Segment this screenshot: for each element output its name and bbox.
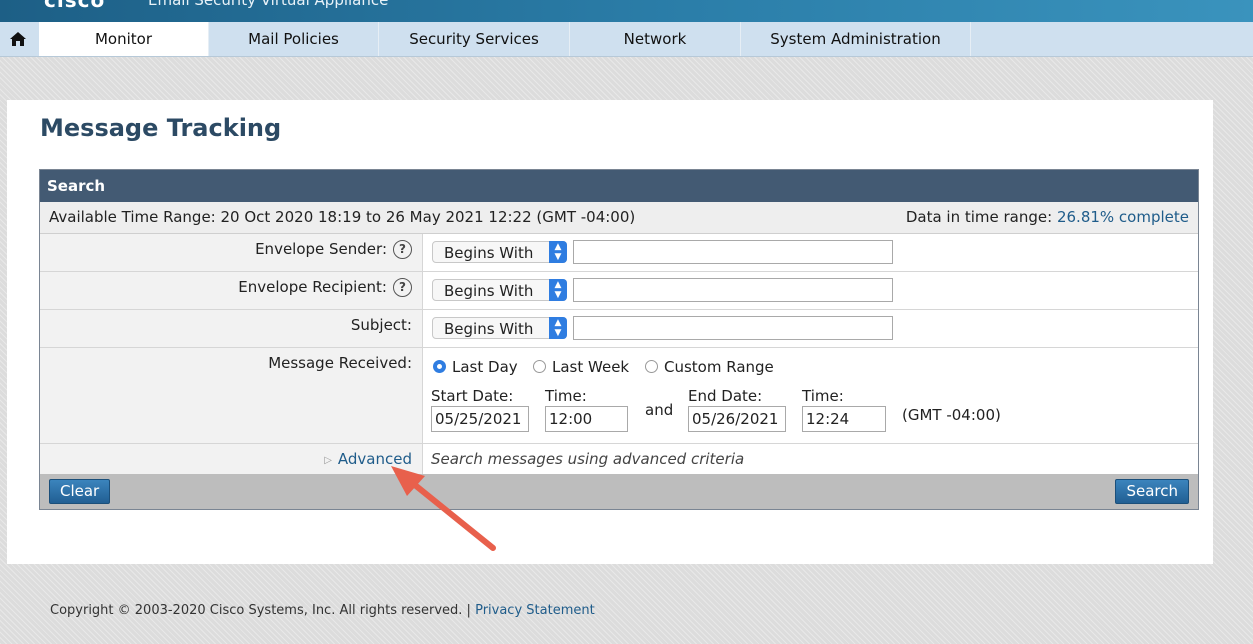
search-heading: Search (40, 170, 1198, 202)
footer: Copyright © 2003-2020 Cisco Systems, Inc… (50, 603, 595, 618)
start-time-label: Time: (545, 387, 587, 405)
message-received-row: Message Received: Last Day Last Week Cus… (40, 348, 1198, 444)
timezone-label: (GMT -04:00) (902, 406, 1001, 424)
top-banner: cisco Email Security Virtual Appliance (0, 0, 1253, 22)
annotation-arrow-icon (391, 466, 496, 551)
available-time-range: Available Time Range: 20 Oct 2020 18:19 … (49, 208, 636, 226)
copyright-text: Copyright © 2003-2020 Cisco Systems, Inc… (50, 603, 471, 618)
page-title: Message Tracking (40, 114, 282, 142)
home-icon[interactable] (0, 22, 36, 56)
end-time-input[interactable]: 12:24 (802, 406, 886, 432)
and-label: and (645, 401, 674, 419)
help-icon[interactable]: ? (393, 278, 412, 297)
envelope-sender-input[interactable] (573, 240, 893, 264)
radio-unselected-icon (533, 360, 546, 373)
main-nav: Monitor Mail Policies Security Services … (0, 22, 1253, 57)
search-actions-bar: Clear Search (40, 474, 1198, 509)
help-icon[interactable]: ? (393, 240, 412, 259)
subject-input[interactable] (573, 316, 893, 340)
advanced-row: ▷ Advanced Search messages using advanced… (40, 444, 1198, 474)
tab-network[interactable]: Network (570, 22, 741, 56)
data-range-label: Data in time range: (905, 208, 1053, 226)
radio-last-day-label: Last Day (452, 358, 518, 376)
start-date-label: Start Date: (431, 387, 514, 405)
radio-unselected-icon (645, 360, 658, 373)
message-received-label-cell: Message Received: (40, 348, 423, 443)
triangle-right-icon: ▷ (324, 455, 332, 466)
end-date-label: End Date: (688, 387, 763, 405)
search-button[interactable]: Search (1115, 479, 1189, 504)
envelope-sender-label: Envelope Sender: (255, 240, 387, 258)
time-range-bar: Available Time Range: 20 Oct 2020 18:19 … (40, 202, 1198, 234)
radio-custom-range-label: Custom Range (664, 358, 774, 376)
search-box: Search Available Time Range: 20 Oct 2020… (39, 169, 1199, 510)
tab-security-services[interactable]: Security Services (379, 22, 570, 56)
tab-monitor[interactable]: Monitor (39, 22, 209, 56)
radio-selected-icon (433, 360, 446, 373)
radio-last-week[interactable]: Last Week (533, 358, 629, 376)
envelope-recipient-label-cell: Envelope Recipient:? (40, 272, 423, 309)
tab-system-administration[interactable]: System Administration (741, 22, 971, 56)
subject-row: Subject: Begins With ▲ ▼ (40, 310, 1198, 348)
envelope-recipient-row: Envelope Recipient:? Begins With ▲ ▼ (40, 272, 1198, 310)
product-name: Email Security Virtual Appliance (148, 0, 389, 9)
subject-label: Subject: (350, 316, 412, 334)
message-received-label: Message Received: (268, 354, 412, 372)
advanced-label-cell: ▷ Advanced (40, 444, 423, 474)
chevron-up-down-icon: ▲ ▼ (549, 317, 567, 339)
content-panel: Message Tracking Search Available Time R… (7, 100, 1213, 564)
chevron-up-down-icon: ▲ ▼ (549, 279, 567, 301)
end-time-label: Time: (802, 387, 844, 405)
subject-operator-select[interactable]: Begins With ▲ ▼ (432, 317, 567, 339)
envelope-sender-row: Envelope Sender:? Begins With ▲ ▼ (40, 234, 1198, 272)
tab-mail-policies[interactable]: Mail Policies (209, 22, 379, 56)
clear-button[interactable]: Clear (49, 479, 111, 504)
end-date-input[interactable]: 05/26/2021 (688, 406, 786, 432)
radio-custom-range[interactable]: Custom Range (645, 358, 774, 376)
radio-last-week-label: Last Week (552, 358, 630, 376)
subject-label-cell: Subject: (40, 310, 423, 347)
privacy-statement-link[interactable]: Privacy Statement (475, 603, 595, 618)
data-range-status: Data in time range: 26.81% complete (906, 202, 1189, 233)
start-time-input[interactable]: 12:00 (545, 406, 628, 432)
envelope-sender-operator-value: Begins With (444, 244, 534, 262)
start-date-input[interactable]: 05/25/2021 (431, 406, 529, 432)
data-range-value: 26.81% complete (1056, 208, 1189, 226)
envelope-recipient-operator-select[interactable]: Begins With ▲ ▼ (432, 279, 567, 301)
envelope-recipient-input[interactable] (573, 278, 893, 302)
envelope-sender-label-cell: Envelope Sender:? (40, 234, 423, 271)
chevron-up-down-icon: ▲ ▼ (549, 241, 567, 263)
subject-operator-value: Begins With (444, 320, 534, 338)
radio-last-day[interactable]: Last Day (433, 358, 518, 376)
envelope-recipient-label: Envelope Recipient: (238, 278, 387, 296)
cisco-logo: cisco (44, 0, 106, 12)
envelope-sender-operator-select[interactable]: Begins With ▲ ▼ (432, 241, 567, 263)
envelope-recipient-operator-value: Begins With (444, 282, 534, 300)
